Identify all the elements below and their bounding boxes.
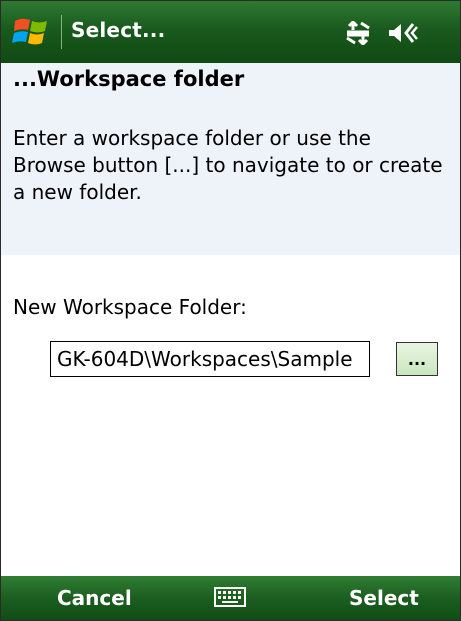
softkey-bar: Cancel Select <box>1 576 460 620</box>
cancel-softkey[interactable]: Cancel <box>57 586 132 610</box>
keyboard-icon[interactable] <box>213 585 247 609</box>
windows-start-icon[interactable] <box>11 13 53 51</box>
window-title: Select... <box>71 18 166 42</box>
device-screen: Select... ...Workspace folder Enter a wo… <box>0 0 461 621</box>
instructions-text: Enter a workspace folder or use the Brow… <box>13 126 443 204</box>
browse-button[interactable]: ... <box>396 342 438 376</box>
title-bar: Select... <box>1 1 460 63</box>
page-heading: ...Workspace folder <box>13 67 245 91</box>
volume-speaker-icon[interactable] <box>387 21 418 45</box>
workspace-folder-input[interactable] <box>50 341 370 377</box>
title-separator <box>61 15 62 49</box>
select-softkey[interactable]: Select <box>349 586 419 610</box>
workspace-folder-label: New Workspace Folder: <box>13 295 247 319</box>
connectivity-arrows-icon[interactable] <box>343 19 373 47</box>
